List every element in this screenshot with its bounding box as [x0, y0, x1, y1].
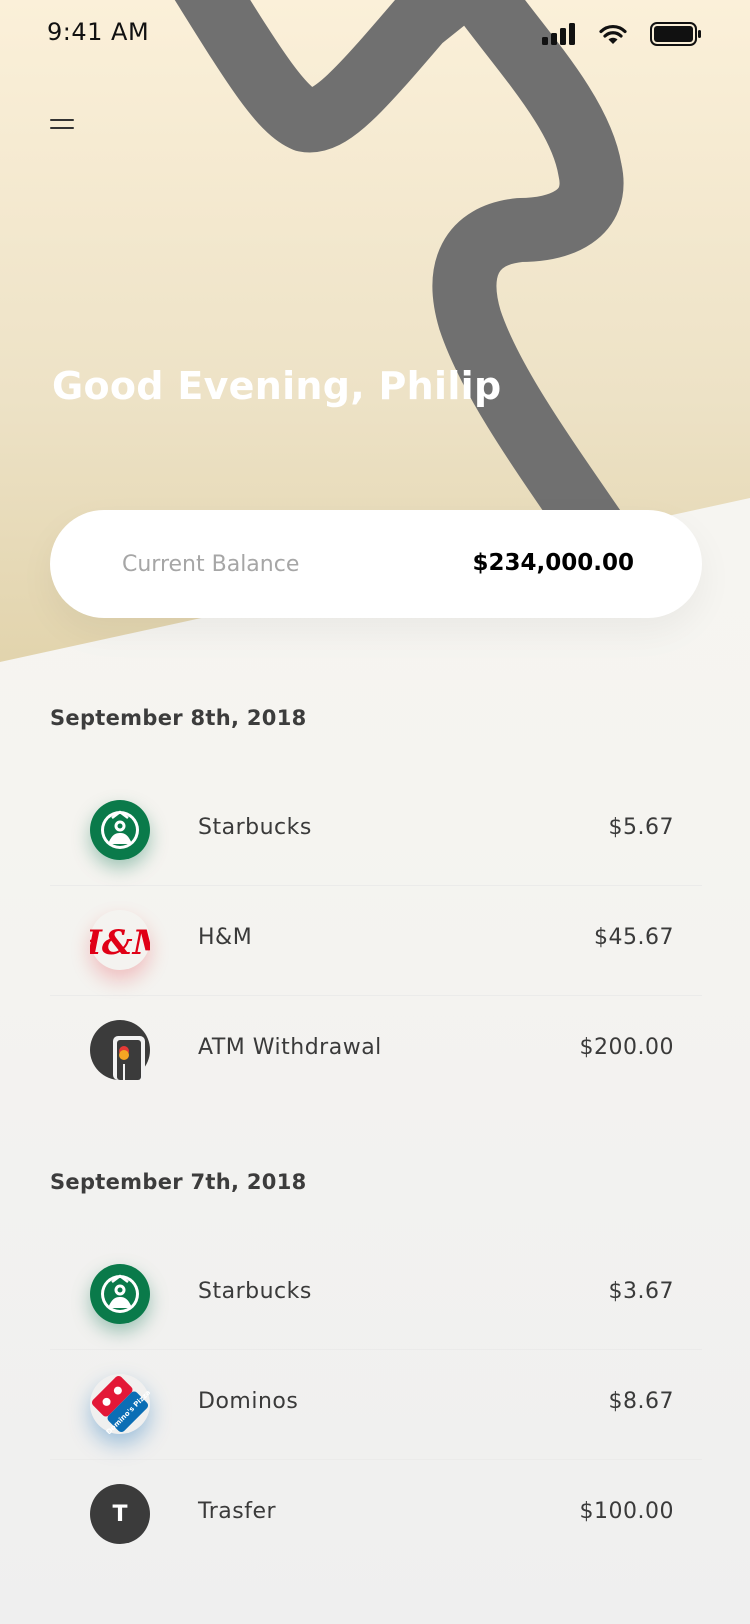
- atm-icon: [90, 1020, 150, 1080]
- section-date: September 8th, 2018: [50, 706, 307, 730]
- transaction-row[interactable]: Starbucks $5.67: [50, 775, 702, 886]
- section-date: September 7th, 2018: [50, 1170, 307, 1194]
- hm-logo-icon: H&M: [69, 910, 172, 970]
- transaction-name: H&M: [198, 925, 253, 950]
- transaction-amount: $45.67: [594, 925, 674, 950]
- transaction-name: Starbucks: [198, 1279, 312, 1304]
- decorative-swoosh: [174, 0, 624, 549]
- transfer-avatar: T: [90, 1484, 150, 1544]
- dominos-logo-icon: Domino's Pizza: [90, 1374, 152, 1436]
- hm-logo-text: H&M: [90, 923, 150, 963]
- transaction-name: Trasfer: [198, 1499, 277, 1524]
- transaction-row[interactable]: ATM Withdrawal $200.00: [50, 995, 702, 1105]
- transaction-name: Dominos: [198, 1389, 299, 1414]
- menu-icon[interactable]: [48, 114, 78, 136]
- transaction-amount: $8.67: [608, 1389, 674, 1414]
- transaction-amount: $100.00: [579, 1499, 674, 1524]
- transaction-amount: $3.67: [608, 1279, 674, 1304]
- balance-card[interactable]: Current Balance $234,000.00: [50, 510, 702, 618]
- transaction-amount: $200.00: [579, 1035, 674, 1060]
- signal-icon: [542, 23, 575, 45]
- wifi-icon: [599, 24, 627, 44]
- starbucks-logo-icon: [90, 1264, 150, 1324]
- transaction-name: Starbucks: [198, 815, 312, 840]
- transaction-amount: $5.67: [608, 815, 674, 840]
- transaction-row[interactable]: T Trasfer $100.00: [50, 1459, 702, 1569]
- greeting-title: Good Evening, Philip: [52, 364, 502, 408]
- transaction-row[interactable]: H&M H&M $45.67: [50, 885, 702, 996]
- transaction-row[interactable]: Starbucks $3.67: [50, 1239, 702, 1350]
- transaction-row[interactable]: Domino's Pizza Dominos $8.67: [50, 1349, 702, 1460]
- balance-label: Current Balance: [122, 552, 300, 577]
- battery-icon: [650, 22, 701, 46]
- status-bar: 9:41 AM: [0, 0, 750, 70]
- transaction-name: ATM Withdrawal: [198, 1035, 382, 1060]
- starbucks-logo-icon: [90, 800, 150, 860]
- balance-amount: $234,000.00: [472, 550, 634, 576]
- status-time: 9:41 AM: [47, 18, 150, 46]
- status-icons: [542, 22, 702, 46]
